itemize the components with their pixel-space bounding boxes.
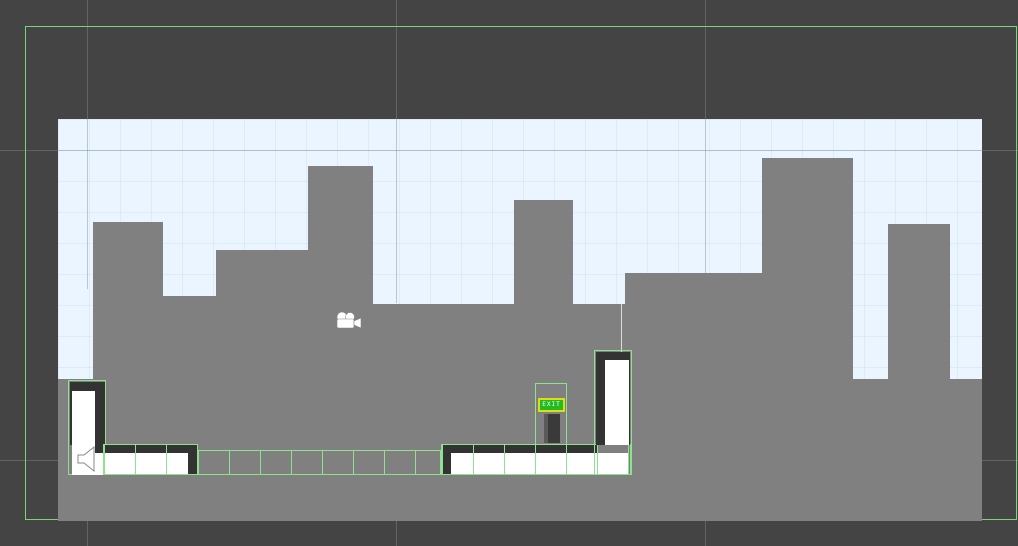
- camera-icon[interactable]: [333, 310, 363, 332]
- scene-view[interactable]: EXIT: [0, 0, 1018, 546]
- building: [762, 158, 853, 521]
- sky-grid-line: [58, 150, 982, 151]
- gap-tiles[interactable]: [197, 450, 441, 475]
- speaker-icon[interactable]: [75, 445, 99, 473]
- selection-line: [621, 304, 622, 352]
- left-floor-tiles[interactable]: [103, 444, 198, 475]
- exit-door[interactable]: [544, 414, 560, 443]
- sky-grid-line: [87, 119, 88, 289]
- right-wall-outline: [594, 350, 632, 475]
- sky-grid-line: [705, 119, 706, 274]
- exit-sign[interactable]: EXIT: [538, 398, 565, 412]
- ground: [58, 475, 982, 521]
- sky-grid-line: [396, 119, 397, 303]
